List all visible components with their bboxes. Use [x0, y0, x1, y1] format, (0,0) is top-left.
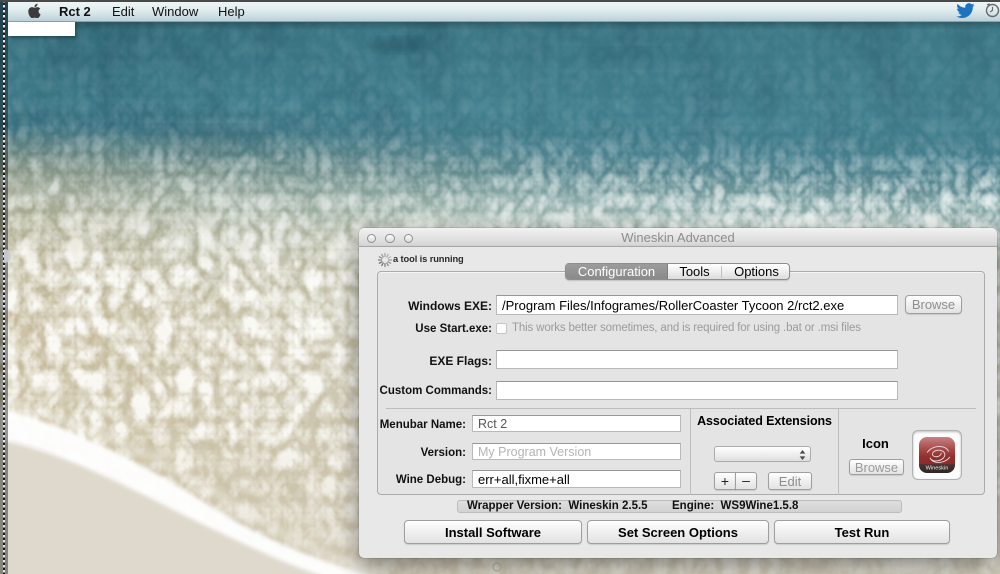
svg-text:Wineskin: Wineskin [926, 466, 949, 472]
